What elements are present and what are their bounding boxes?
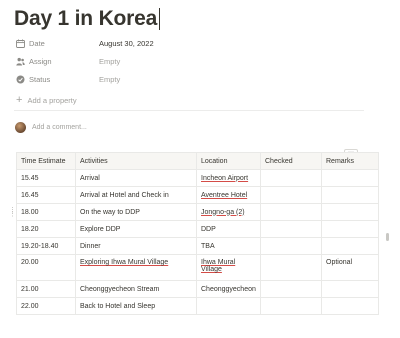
schedule-table: Time Estimate Activities Location Checke… — [16, 152, 379, 315]
table-row: 18.20 Explore DDP DDP — [16, 220, 379, 238]
table-scroll-handle[interactable] — [386, 233, 389, 241]
table-cell[interactable] — [321, 186, 379, 204]
table-cell[interactable]: Incheon Airport — [196, 169, 261, 187]
property-name: Status — [29, 74, 51, 84]
text-cursor — [159, 8, 161, 30]
column-header[interactable]: Time Estimate — [16, 152, 76, 170]
calendar-icon — [16, 39, 25, 48]
table-cell[interactable]: 18.00 — [16, 203, 76, 221]
table-row: 16.45 Arrival at Hotel and Check in Aven… — [16, 186, 379, 204]
comment-input[interactable]: Add a comment... — [15, 121, 87, 133]
table-cell[interactable] — [260, 220, 322, 238]
table-cell[interactable]: 19.20-18.40 — [16, 237, 76, 255]
table-cell[interactable]: Back to Hotel and Sleep — [75, 297, 197, 315]
table-row: 19.20-18.40 Dinner TBA — [16, 237, 379, 255]
table-header-row: Time Estimate Activities Location Checke… — [16, 152, 379, 170]
table-cell[interactable] — [321, 203, 379, 221]
cell-text: Incheon Airport — [201, 174, 249, 182]
table-cell[interactable]: Exploring Ihwa Mural Village — [75, 254, 197, 281]
table-cell[interactable]: 18.20 — [16, 220, 76, 238]
table-cell[interactable]: Aventree Hotel — [196, 186, 261, 204]
property-date[interactable]: Date August 30, 2022 — [16, 35, 154, 51]
add-property-button[interactable]: + Add a property — [16, 93, 77, 107]
table-row: 18.00 On the way to DDP Jongno-ga (2) — [16, 203, 379, 221]
property-name: Assign — [29, 56, 52, 66]
table-cell[interactable]: 15.45 — [16, 169, 76, 187]
table-cell[interactable]: On the way to DDP — [75, 203, 197, 221]
cell-text: Ihwa Mural Village — [201, 259, 236, 273]
table-row: 15.45 Arrival Incheon Airport — [16, 169, 379, 187]
table-cell[interactable]: 20.00 — [16, 254, 76, 281]
table-cell[interactable] — [260, 254, 322, 281]
table-cell[interactable]: Jongno-ga (2) — [196, 203, 261, 221]
column-header[interactable]: Activities — [75, 152, 197, 170]
column-header[interactable]: Location — [196, 152, 261, 170]
property-assign[interactable]: Assign Empty — [16, 53, 120, 69]
table-cell[interactable]: TBA — [196, 237, 261, 255]
people-icon — [16, 57, 25, 66]
add-property-label: Add a property — [27, 95, 77, 105]
avatar — [15, 121, 26, 133]
table-cell[interactable] — [260, 169, 322, 187]
table-row: 21.00 Cheonggyecheon Stream Cheonggyeche… — [16, 280, 379, 298]
table-cell[interactable]: Dinner — [75, 237, 197, 255]
table-cell[interactable]: 16.45 — [16, 186, 76, 204]
table-cell[interactable] — [260, 297, 322, 315]
table-cell[interactable]: Optional — [321, 254, 379, 281]
table-cell[interactable]: Explore DDP — [75, 220, 197, 238]
table-cell[interactable] — [321, 297, 379, 315]
property-status[interactable]: Status Empty — [16, 71, 120, 87]
table-cell[interactable]: Arrival at Hotel and Check in — [75, 186, 197, 204]
table-cell[interactable] — [260, 203, 322, 221]
table-cell[interactable] — [196, 297, 261, 315]
property-value[interactable]: Empty — [99, 75, 120, 84]
comment-placeholder: Add a comment... — [32, 123, 87, 131]
table-cell[interactable]: Arrival — [75, 169, 197, 187]
property-name: Date — [29, 38, 45, 48]
table-cell[interactable] — [321, 220, 379, 238]
table-cell[interactable]: 22.00 — [16, 297, 76, 315]
table-cell[interactable]: Ihwa Mural Village — [196, 254, 261, 281]
table-row: 20.00 Exploring Ihwa Mural Village Ihwa … — [16, 254, 379, 281]
table-cell[interactable]: DDP — [196, 220, 261, 238]
table-cell[interactable] — [321, 237, 379, 255]
row-drag-handle-icon[interactable]: ⋮ ⋮ — [9, 207, 16, 218]
page-title[interactable]: Day 1 in Korea — [14, 7, 157, 31]
plus-icon: + — [16, 93, 23, 106]
table-row: 22.00 Back to Hotel and Sleep — [16, 297, 379, 315]
cell-text: Aventree Hotel — [201, 191, 248, 199]
table-cell[interactable]: Cheonggyecheon — [196, 280, 261, 298]
table-cell[interactable] — [260, 280, 322, 298]
cell-text: Exploring Ihwa Mural Village — [80, 259, 169, 266]
cell-text: Jongno-ga (2) — [201, 208, 245, 216]
column-header[interactable]: Remarks — [321, 152, 379, 170]
column-header[interactable]: Checked — [260, 152, 322, 170]
table-cell[interactable] — [321, 169, 379, 187]
table-cell[interactable]: 21.00 — [16, 280, 76, 298]
table-cell[interactable] — [260, 186, 322, 204]
table-cell[interactable] — [260, 237, 322, 255]
page-title-container[interactable]: Day 1 in Korea — [14, 6, 161, 32]
property-value[interactable]: August 30, 2022 — [99, 39, 154, 48]
table-cell[interactable]: Cheonggyecheon Stream — [75, 280, 197, 298]
divider — [14, 110, 364, 111]
table-cell[interactable] — [321, 280, 379, 298]
property-value[interactable]: Empty — [99, 57, 120, 66]
status-icon — [16, 75, 25, 84]
